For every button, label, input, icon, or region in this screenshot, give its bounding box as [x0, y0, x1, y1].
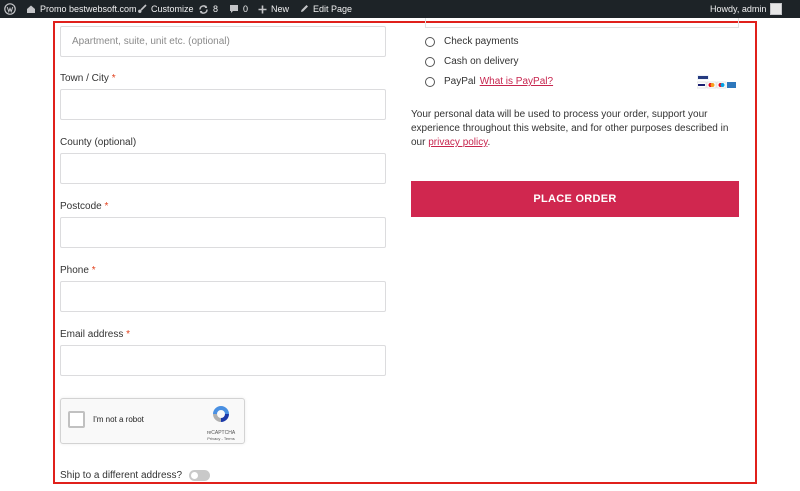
town-city-label-text: Town / City	[60, 73, 109, 84]
recaptcha-label: I'm not a robot	[93, 415, 144, 424]
postcode-label-text: Postcode	[60, 201, 102, 212]
postcode-label: Postcode *	[60, 201, 108, 212]
comments-link[interactable]: 0	[229, 0, 248, 18]
required-mark: *	[104, 201, 109, 212]
payment-option-check[interactable]: Check payments	[425, 36, 518, 47]
privacy-notice-end: .	[487, 137, 491, 148]
what-is-paypal-link[interactable]: What is PayPal?	[480, 76, 553, 87]
email-input[interactable]	[60, 345, 386, 376]
ship-different-toggle[interactable]	[189, 470, 211, 481]
site-name-label: Promo bestwebsoft.com	[40, 4, 137, 14]
payment-option-cod[interactable]: Cash on delivery	[425, 56, 518, 67]
paypal-card-icons	[696, 75, 739, 89]
check-payments-radio[interactable]	[425, 36, 435, 47]
recaptcha-checkbox[interactable]	[68, 411, 85, 428]
new-label: New	[271, 4, 290, 14]
howdy-label: Howdy, admin	[710, 4, 767, 14]
wordpress-logo-icon[interactable]	[4, 0, 16, 18]
phone-input[interactable]	[60, 281, 386, 312]
home-icon	[26, 4, 36, 14]
customize-link[interactable]: Customize	[137, 0, 194, 18]
new-content-link[interactable]: New	[258, 0, 289, 18]
town-city-label: Town / City *	[60, 73, 116, 84]
comment-icon	[229, 4, 239, 14]
town-city-input[interactable]	[60, 89, 386, 120]
cod-radio[interactable]	[425, 56, 435, 67]
recaptcha-widget: I'm not a robot reCAPTCHA Privacy - Term…	[60, 398, 245, 444]
recaptcha-logo: reCAPTCHA Privacy - Terms	[206, 404, 236, 442]
phone-label-text: Phone	[60, 265, 89, 276]
required-mark: *	[126, 329, 131, 340]
required-mark: *	[111, 73, 116, 84]
place-order-button[interactable]: Place order	[411, 181, 739, 217]
county-label-text: County (optional)	[60, 137, 137, 148]
privacy-policy-link[interactable]: privacy policy	[428, 137, 487, 148]
customize-label: Customize	[151, 4, 194, 14]
paypal-radio[interactable]	[425, 76, 435, 87]
site-name-link[interactable]: Promo bestwebsoft.com	[26, 0, 137, 18]
account-menu[interactable]: Howdy, admin	[710, 0, 783, 18]
comments-count: 0	[243, 4, 249, 14]
paypal-label: PayPal	[444, 76, 476, 87]
pencil-icon	[299, 4, 309, 14]
plus-icon	[258, 5, 267, 14]
check-payments-label: Check payments	[444, 36, 519, 47]
paintbrush-icon	[137, 4, 147, 14]
updates-link[interactable]: 8	[198, 0, 218, 18]
ship-different-label: Ship to a different address?	[60, 470, 183, 481]
county-label: County (optional)	[60, 137, 136, 148]
avatar	[770, 3, 783, 15]
address-line2-input[interactable]	[60, 26, 386, 57]
postcode-input[interactable]	[60, 217, 386, 248]
cod-label: Cash on delivery	[444, 56, 519, 67]
updates-icon	[198, 4, 209, 15]
order-review-box-edge	[425, 18, 739, 28]
updates-count: 8	[213, 4, 219, 14]
privacy-notice: Your personal data will be used to proce…	[411, 108, 741, 150]
edit-page-label: Edit Page	[313, 4, 353, 14]
recaptcha-links[interactable]: Privacy - Terms	[206, 436, 236, 441]
admin-bar: Promo bestwebsoft.com Customize 8 0 New …	[0, 0, 800, 18]
edit-page-link[interactable]: Edit Page	[299, 0, 352, 18]
email-label: Email address *	[60, 329, 130, 340]
phone-label: Phone *	[60, 265, 96, 276]
county-input[interactable]	[60, 153, 386, 184]
recaptcha-icon	[211, 406, 231, 428]
payment-option-paypal[interactable]: PayPal What is PayPal?	[425, 76, 553, 87]
ship-different-address: Ship to a different address?	[60, 470, 211, 481]
required-mark: *	[91, 265, 96, 276]
email-label-text: Email address	[60, 329, 124, 340]
